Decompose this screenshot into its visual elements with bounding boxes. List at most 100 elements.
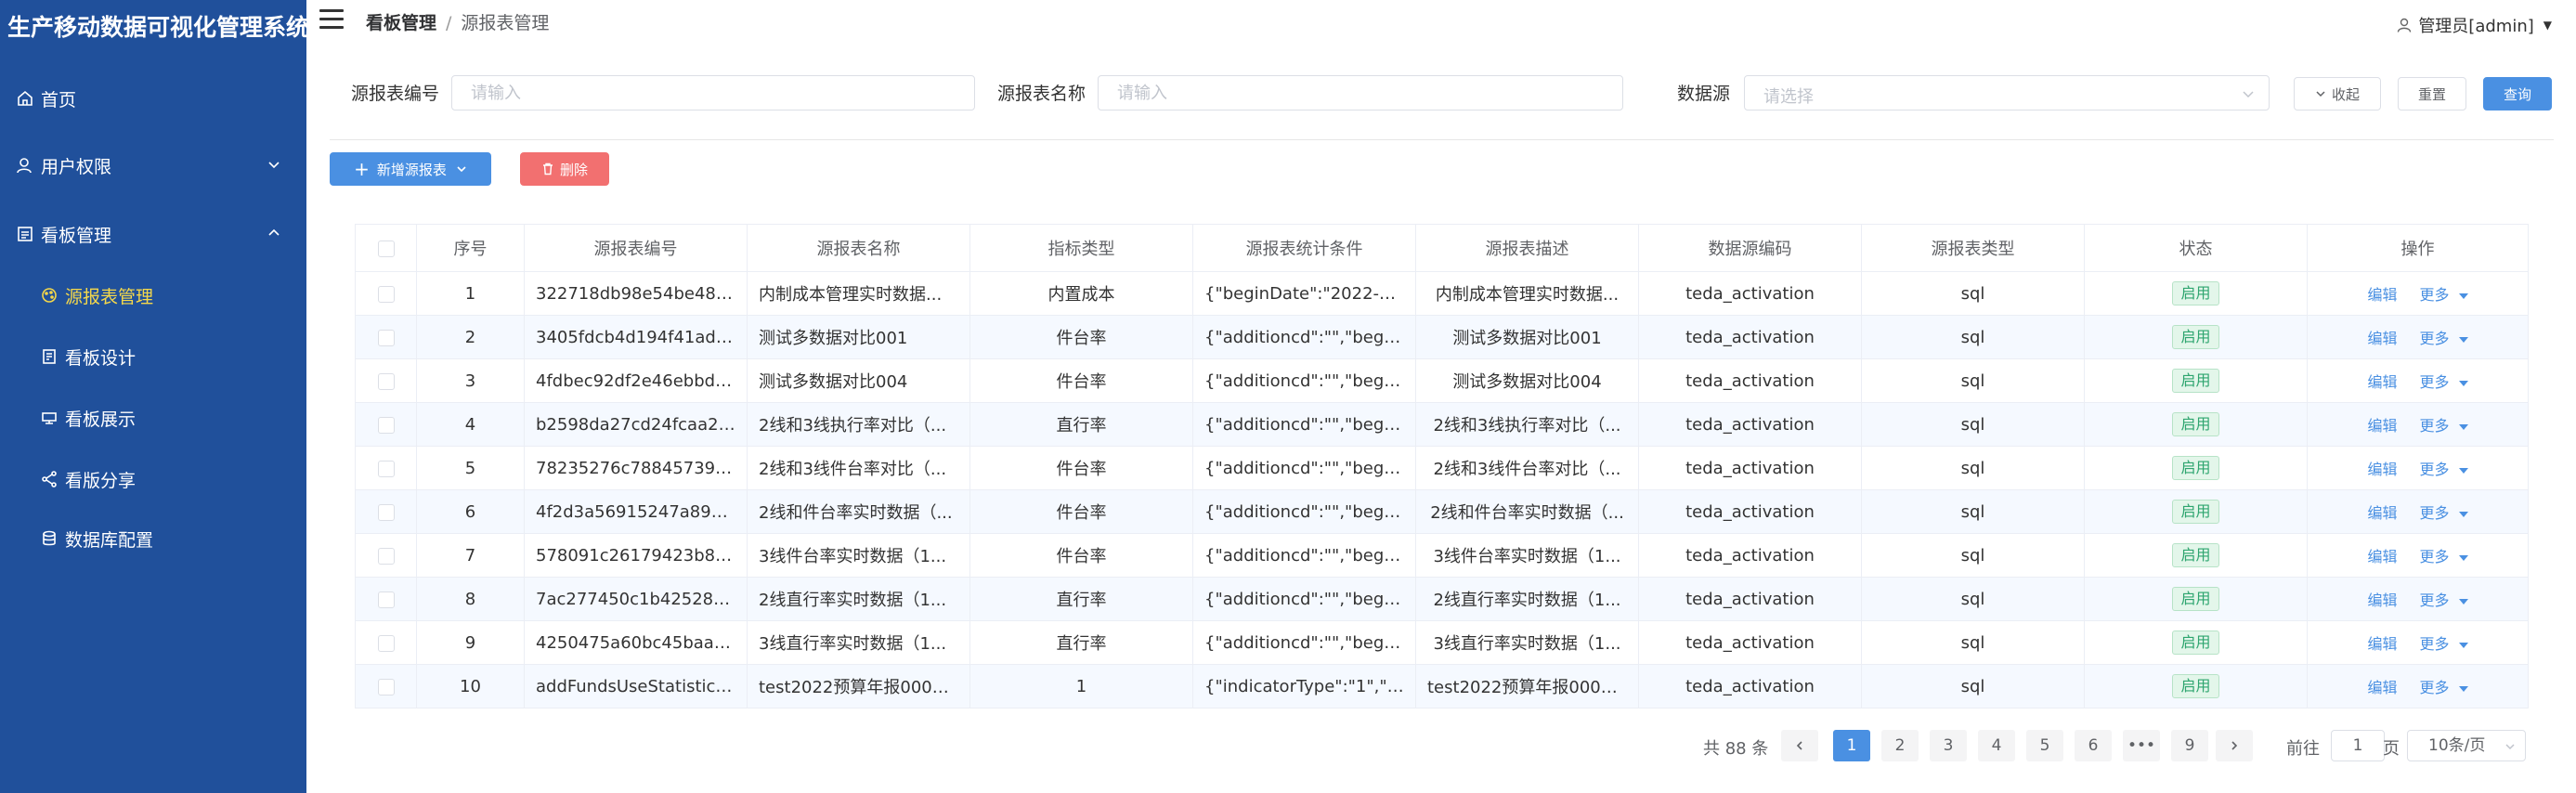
edit-link[interactable]: 编辑 [2367, 504, 2397, 522]
table-row[interactable]: 2 3405fdcb4d194f41ad75... 测试多数据对比001 件台率 {"a… [355, 315, 2529, 359]
sidebar: 生产移动数据可视化管理系统 首页 用户权限 看板管理 源报表管理 看板设计 看板… [0, 0, 309, 793]
sidebar-item-board-management[interactable]: 看板管理 [0, 208, 306, 260]
edit-link[interactable]: 编辑 [2367, 635, 2397, 653]
table-row[interactable]: 3 4fdbec92df2e46ebbdf4... 测试多数据对比004 件台率 {"a… [355, 358, 2529, 403]
datasource-code: teda_activation [1638, 358, 1862, 403]
more-dropdown[interactable]: 更多 [2420, 373, 2468, 391]
stat-condition: {"additioncd":"","beginD... [1192, 315, 1416, 359]
page-button[interactable]: 1 [1833, 730, 1870, 761]
chevron-down-icon [2505, 744, 2515, 750]
more-dropdown[interactable]: 更多 [2420, 548, 2468, 566]
page-button[interactable]: 4 [1978, 730, 2015, 761]
source-code: 3405fdcb4d194f41ad75... [524, 315, 748, 359]
sidebar-item-home[interactable]: 首页 [0, 72, 306, 124]
table-row[interactable]: 6 4f2d3a56915247a891fa... 2线和件台率实时数据（... 件台… [355, 489, 2529, 534]
report-type: sql [1861, 664, 2085, 708]
more-dropdown[interactable]: 更多 [2420, 679, 2468, 696]
row-checkbox[interactable] [355, 489, 417, 534]
user-menu[interactable]: 管理员[admin] ▼ [2396, 13, 2552, 37]
source-desc: 3线件台率实时数据（1... [1415, 533, 1639, 578]
status-cell: 启用 [2084, 271, 2308, 316]
table-row[interactable]: 9 4250475a60bc45baabe... 3线直行率实时数据（1... 直行率… [355, 620, 2529, 665]
row-checkbox[interactable] [355, 446, 417, 490]
page-size-select[interactable]: 10条/页 [2407, 730, 2526, 761]
row-number: 6 [416, 489, 525, 534]
sidebar-item-board-share[interactable]: 看版分享 [0, 453, 306, 505]
query-button[interactable]: 查询 [2483, 77, 2552, 110]
table-row[interactable]: 5 78235276c7884573942... 2线和3线件台率对比（... 件台率… [355, 446, 2529, 490]
datasource-code: teda_activation [1638, 620, 1862, 665]
table-row[interactable]: 1 322718db98e54be48e8... 内制成本管理实时数据... 内置成本… [355, 271, 2529, 316]
sidebar-item-user-permission[interactable]: 用户权限 [0, 139, 306, 191]
reset-button[interactable]: 重置 [2398, 77, 2466, 110]
page-button[interactable]: 6 [2075, 730, 2112, 761]
chevron-down-icon [268, 162, 280, 169]
edit-link[interactable]: 编辑 [2367, 330, 2397, 347]
datasource-select[interactable]: 请选择 [1744, 75, 2270, 110]
row-checkbox[interactable] [355, 358, 417, 403]
hamburger-menu-icon[interactable] [319, 9, 344, 30]
page-ellipsis[interactable]: ••• [2123, 730, 2160, 761]
sidebar-item-database-config[interactable]: 数据库配置 [0, 513, 306, 565]
more-dropdown[interactable]: 更多 [2420, 592, 2468, 609]
edit-link[interactable]: 编辑 [2367, 461, 2397, 478]
source-name: 2线和3线执行率对比（... [747, 402, 970, 447]
display-icon [39, 408, 59, 428]
more-dropdown[interactable]: 更多 [2420, 417, 2468, 435]
table-row[interactable]: 4 b2598da27cd24fcaa2c... 2线和3线执行率对比（... 直行率… [355, 402, 2529, 447]
page-button[interactable]: 5 [2026, 730, 2063, 761]
report-type: sql [1861, 271, 2085, 316]
sidebar-item-board-display[interactable]: 看板展示 [0, 392, 306, 444]
sidebar-item-source-report[interactable]: 源报表管理 [0, 269, 306, 321]
edit-link[interactable]: 编辑 [2367, 548, 2397, 566]
edit-link[interactable]: 编辑 [2367, 286, 2397, 304]
row-checkbox[interactable] [355, 533, 417, 578]
edit-link[interactable]: 编辑 [2367, 679, 2397, 696]
row-checkbox[interactable] [355, 620, 417, 665]
page-button[interactable]: 9 [2171, 730, 2208, 761]
source-code-input[interactable] [451, 75, 975, 110]
column-header: 数据源编码 [1638, 224, 1862, 272]
breadcrumb-item-current: 源报表管理 [461, 13, 550, 33]
prev-page-button[interactable] [1781, 730, 1818, 761]
table-row[interactable]: 7 578091c26179423b873... 3线件台率实时数据（1... 件台率… [355, 533, 2529, 578]
select-all-checkbox[interactable] [355, 224, 417, 272]
collapse-button[interactable]: 收起 [2294, 77, 2381, 110]
more-dropdown[interactable]: 更多 [2420, 635, 2468, 653]
more-dropdown[interactable]: 更多 [2420, 330, 2468, 347]
chevron-down-icon [2243, 91, 2254, 98]
add-source-report-button[interactable]: + 新增源报表 [330, 152, 491, 186]
edit-link[interactable]: 编辑 [2367, 417, 2397, 435]
source-desc: test2022预算年报000000 [1415, 664, 1639, 708]
delete-button[interactable]: 删除 [520, 152, 609, 186]
page-button[interactable]: 3 [1930, 730, 1967, 761]
row-checkbox[interactable] [355, 315, 417, 359]
more-dropdown[interactable]: 更多 [2420, 286, 2468, 304]
edit-link[interactable]: 编辑 [2367, 373, 2397, 391]
next-page-button[interactable] [2216, 730, 2253, 761]
source-name-input[interactable] [1098, 75, 1623, 110]
stat-condition: {"additioncd":"","beginD... [1192, 446, 1416, 490]
more-dropdown[interactable]: 更多 [2420, 461, 2468, 478]
more-label: 更多 [2419, 504, 2450, 522]
status-cell: 启用 [2084, 533, 2308, 578]
row-checkbox[interactable] [355, 271, 417, 316]
top-header: 看板管理 / 源报表管理 管理员[admin] ▼ [306, 0, 2576, 45]
row-checkbox[interactable] [355, 664, 417, 708]
table-row[interactable]: 8 7ac277450c1b4252883... 2线直行率实时数据（1... 直行率… [355, 577, 2529, 621]
row-checkbox[interactable] [355, 402, 417, 447]
share-icon [39, 469, 59, 489]
row-checkbox[interactable] [355, 577, 417, 621]
table-row[interactable]: 10 addFundsUseStatistics... test2022预算年报00… [355, 664, 2529, 708]
status-cell: 启用 [2084, 358, 2308, 403]
sidebar-item-board-design[interactable]: 看板设计 [0, 331, 306, 383]
more-dropdown[interactable]: 更多 [2420, 504, 2468, 522]
goto-page-input[interactable] [2331, 730, 2385, 761]
caret-down-icon [2458, 554, 2468, 561]
source-name: 2线和件台率实时数据（... [747, 489, 970, 534]
page-button[interactable]: 2 [1881, 730, 1919, 761]
breadcrumb-item-board[interactable]: 看板管理 [366, 13, 436, 33]
source-code: 322718db98e54be48e8... [524, 271, 748, 316]
edit-link[interactable]: 编辑 [2367, 592, 2397, 609]
sidebar-item-label: 看板设计 [65, 347, 137, 369]
